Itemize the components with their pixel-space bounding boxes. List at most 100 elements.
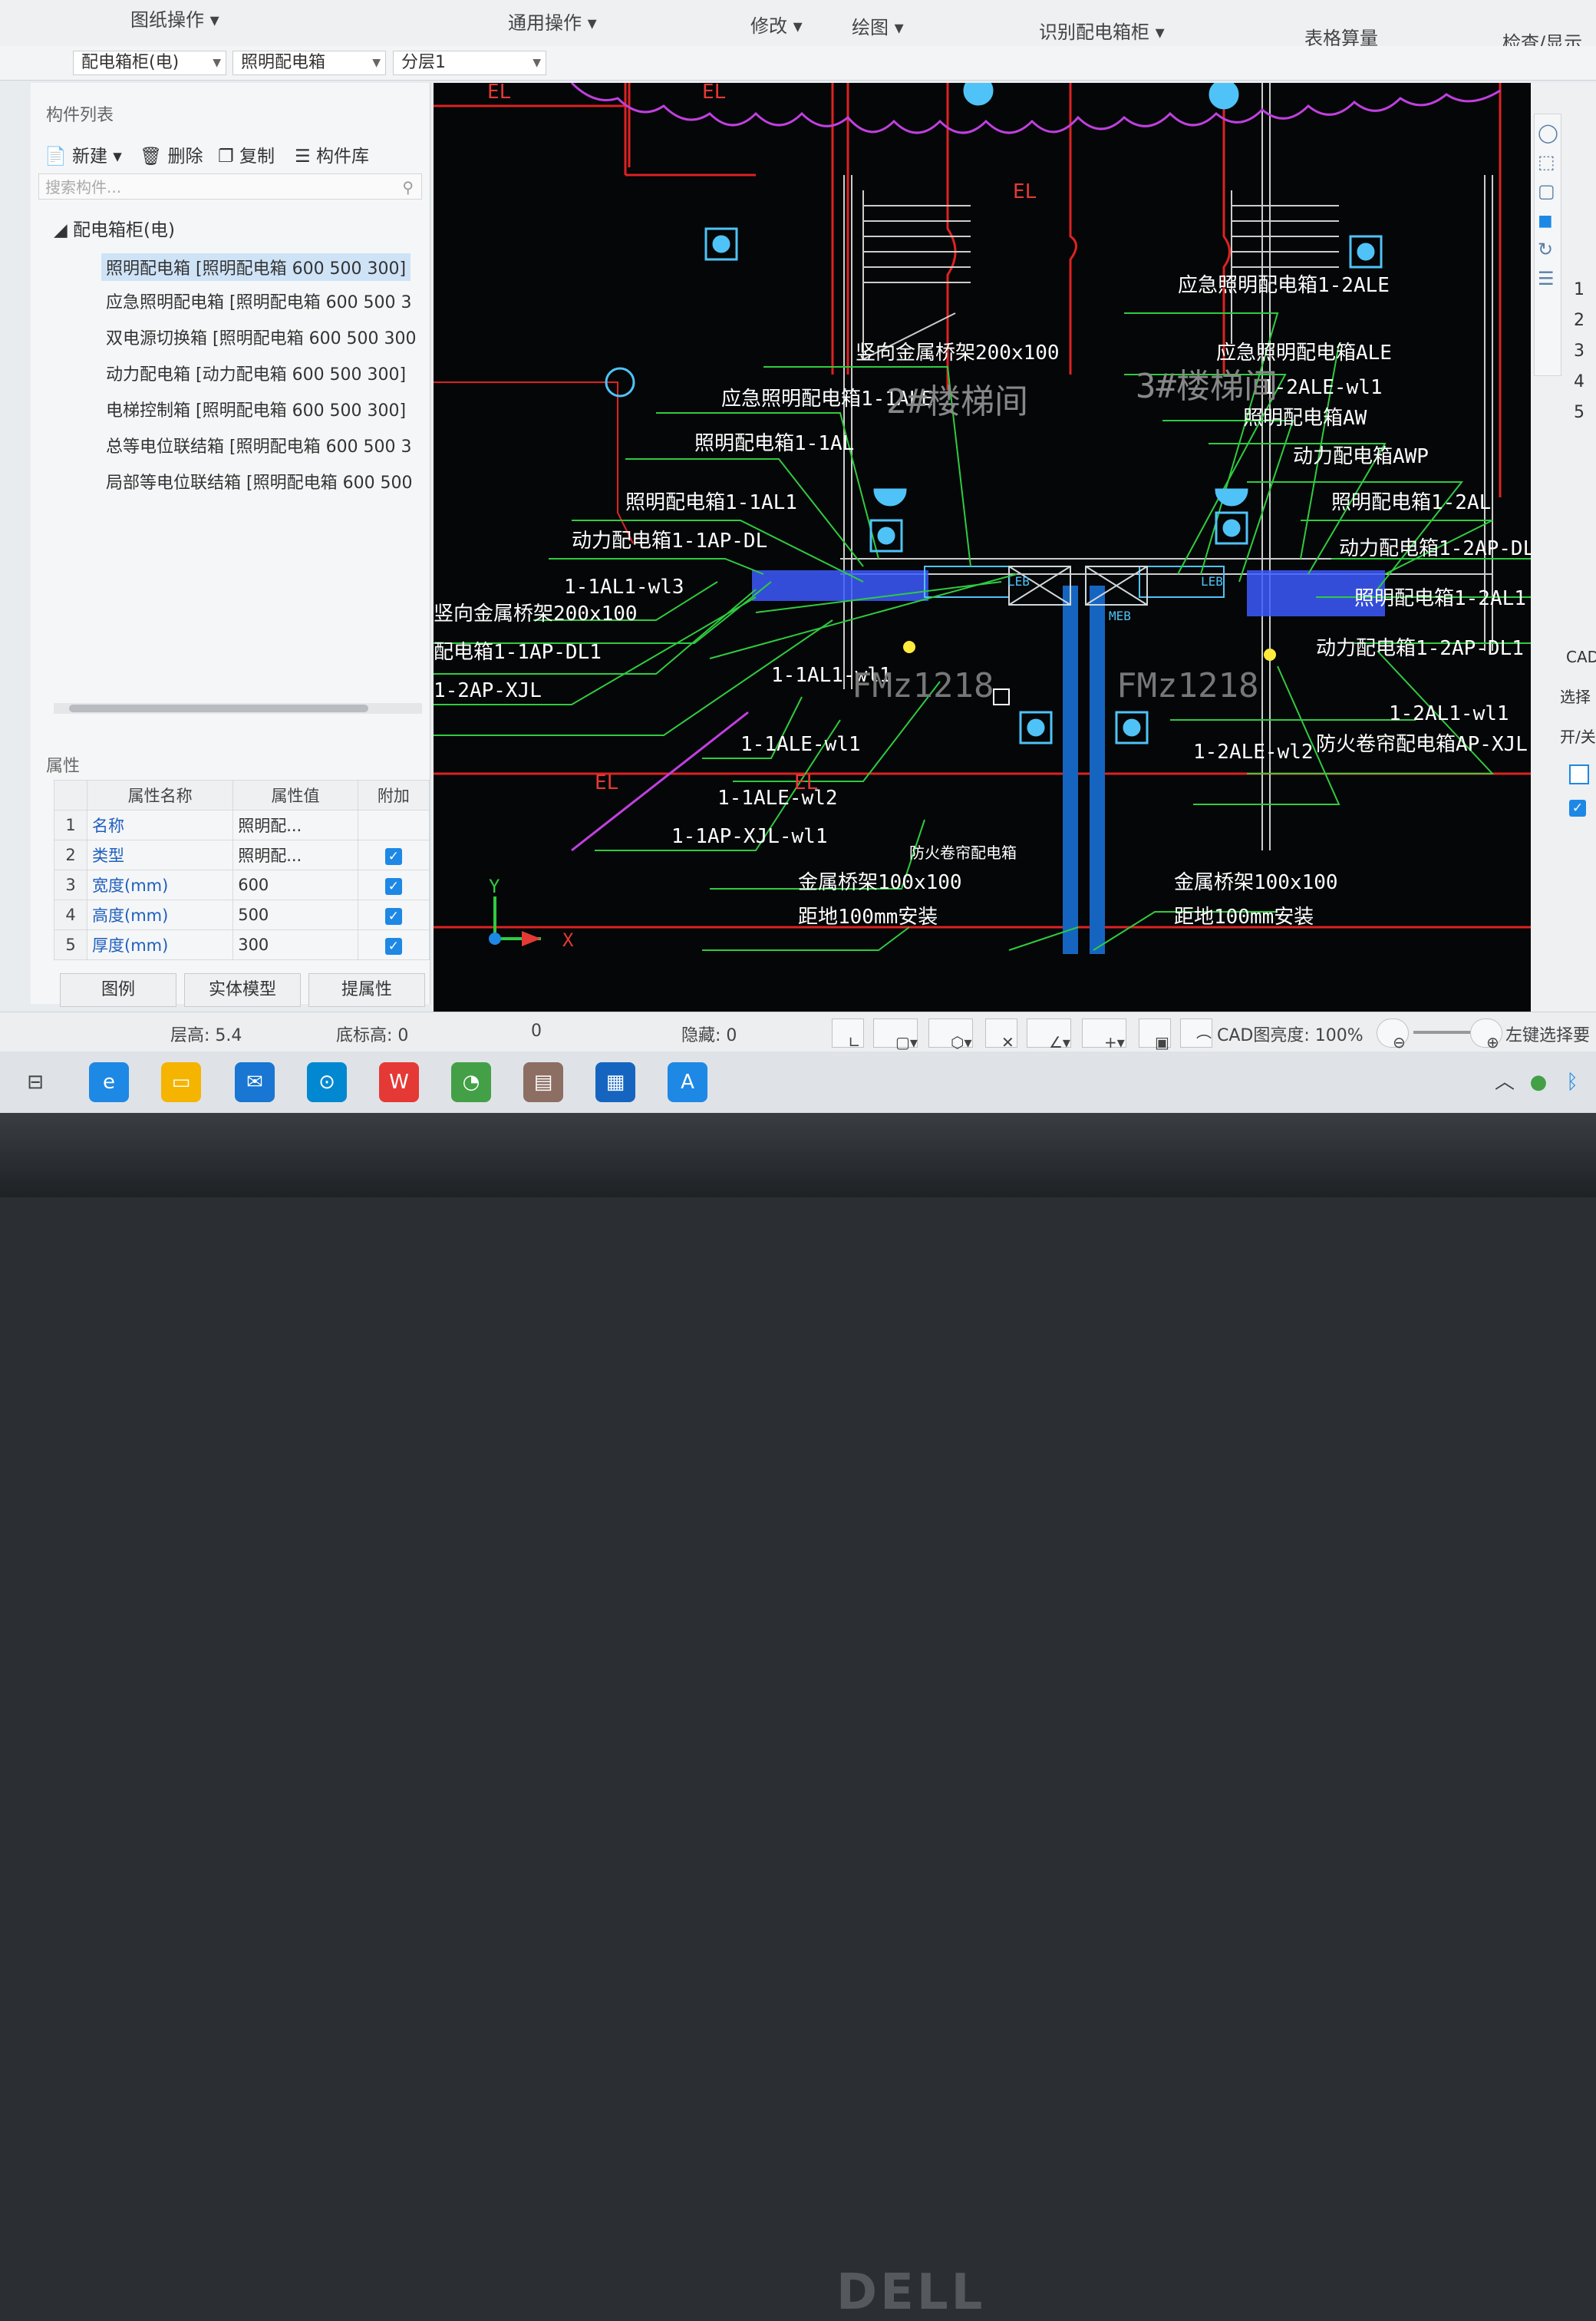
chevron-up-icon[interactable]: ︿ xyxy=(1493,1062,1516,1102)
chat-app-icon[interactable]: ⊙ xyxy=(307,1062,347,1102)
component-type-combo[interactable]: 配电箱柜(电) ▼ xyxy=(73,51,226,75)
tree-item[interactable]: 应急照明配电箱 [照明配电箱 600 500 3 xyxy=(106,289,412,313)
cad-label: MEB xyxy=(1109,609,1131,623)
cad-drawing[interactable]: EL EL EL EL EL 竖向金属桥架200x100 应急照明配电箱1-1A… xyxy=(434,83,1531,1012)
new-button[interactable]: 📄 新建 ▾ xyxy=(45,141,122,167)
cad-label: 照明配电箱1-1AL xyxy=(694,432,854,455)
tray-app-icon[interactable]: ● xyxy=(1527,1062,1550,1102)
task-view-icon[interactable]: ⊟ xyxy=(15,1062,55,1102)
display-button[interactable]: ▣ xyxy=(1139,1019,1171,1052)
select-box-button[interactable]: ▢▾ xyxy=(873,1019,918,1052)
panel-symbol-icon xyxy=(877,527,895,545)
ortho-button[interactable]: ∟ xyxy=(832,1019,864,1052)
cube-icon[interactable]: ▢ xyxy=(1538,180,1558,202)
scrollbar-thumb[interactable] xyxy=(69,705,368,712)
prop-extra: ✓ xyxy=(357,870,430,900)
table-row[interactable]: 1 名称 照明配... xyxy=(54,810,430,840)
checkbox[interactable]: ✓ xyxy=(384,937,402,955)
cad-label: LEB xyxy=(1201,574,1223,589)
prop-value[interactable]: 300 xyxy=(232,929,358,960)
checkbox[interactable]: ✓ xyxy=(384,907,402,925)
glodon-app-icon[interactable]: A xyxy=(668,1062,707,1102)
cad-canvas[interactable]: EL EL EL EL EL 竖向金属桥架200x100 应急照明配电箱1-1A… xyxy=(434,83,1531,1012)
tab-extract-properties[interactable]: 提属性 xyxy=(308,973,425,1007)
arc-button[interactable]: ⌒ xyxy=(1180,1019,1212,1052)
cad-label: 照明配电箱1-2AL xyxy=(1331,491,1491,514)
row-index: 4 xyxy=(54,900,87,930)
component-combo[interactable]: 照明配电箱 ▼ xyxy=(232,51,386,75)
cad-app-icon[interactable]: ▦ xyxy=(595,1062,635,1102)
ribbon-group-draw[interactable]: 绘图 ▾ xyxy=(852,12,904,39)
column-header: 属性值 xyxy=(232,780,358,811)
rotate-icon[interactable]: ↻ xyxy=(1538,239,1558,260)
properties-table: 属性名称 属性值 附加 1 名称 照明配... 2 类型 照明配... ✓ 3 … xyxy=(54,780,430,960)
copy-button[interactable]: ❐ 复制 xyxy=(218,141,275,167)
checkbox[interactable]: ✓ xyxy=(1569,800,1586,817)
tree-item[interactable]: 照明配电箱 [照明配电箱 600 500 300] xyxy=(101,253,411,281)
checkbox[interactable]: ✓ xyxy=(384,877,402,895)
ribbon-group-drawing-ops[interactable]: 图纸操作 ▾ xyxy=(130,5,219,31)
panel-symbol-icon xyxy=(1027,718,1045,737)
prop-extra: ✓ xyxy=(357,929,430,960)
prop-extra xyxy=(357,810,430,840)
row-index: 1 xyxy=(54,810,87,840)
checkbox[interactable]: ✓ xyxy=(384,847,402,865)
tree-item[interactable]: 双电源切换箱 [照明配电箱 600 500 300 xyxy=(106,325,417,349)
table-row[interactable]: 4 高度(mm) 500 ✓ xyxy=(54,900,430,930)
stair-steps xyxy=(862,190,971,361)
mail-icon[interactable]: ✉ xyxy=(235,1062,275,1102)
layer-combo[interactable]: 分层1 ▼ xyxy=(393,51,546,75)
coordinate-value: 0 xyxy=(531,1022,542,1041)
prop-value[interactable]: 照明配... xyxy=(232,840,358,870)
bluetooth-icon[interactable]: ᛒ xyxy=(1561,1062,1584,1102)
prop-name: 名称 xyxy=(86,810,234,840)
delete-button[interactable]: 🗑 删除 xyxy=(140,141,203,167)
brightness-minus-button[interactable]: ⊖ xyxy=(1377,1019,1409,1052)
bottom-elevation: 底标高: 0 xyxy=(336,1026,409,1045)
chevron-down-icon: ▼ xyxy=(372,57,381,69)
snap-button[interactable]: +▾ xyxy=(1082,1019,1126,1052)
category-label: 配电箱柜(电) xyxy=(73,220,175,240)
3d-button[interactable]: ⬡▾ xyxy=(928,1019,973,1052)
row-index: 2 xyxy=(54,840,87,870)
cad-label: 照明配电箱1-2AL1 xyxy=(1354,587,1526,610)
tree-item[interactable]: 局部等电位联结箱 [照明配电箱 600 500 xyxy=(106,469,413,494)
cross-button[interactable]: ✕ xyxy=(985,1019,1017,1052)
cube-solid-icon[interactable]: ◼ xyxy=(1538,210,1558,231)
wechat-icon[interactable]: ◔ xyxy=(451,1062,491,1102)
prop-value[interactable]: 500 xyxy=(232,900,358,930)
prop-value[interactable]: 600 xyxy=(232,870,358,900)
lamp-symbol-icon xyxy=(873,488,907,507)
ribbon-group-identify-boxes[interactable]: 识别配电箱柜 ▾ xyxy=(1039,17,1165,44)
brightness-plus-button[interactable]: ⊕ xyxy=(1470,1019,1502,1052)
edge-browser-icon[interactable]: e xyxy=(89,1062,129,1102)
search-input[interactable]: 搜索构件... ⚲ xyxy=(38,173,422,200)
tree-item[interactable]: 电梯控制箱 [照明配电箱 600 500 300] xyxy=(106,397,406,421)
library-button[interactable]: ☰ 构件库 xyxy=(295,141,369,167)
prop-extra: ✓ xyxy=(357,900,430,930)
prop-value[interactable]: 照明配... xyxy=(232,810,358,840)
list-view-icon[interactable]: ☰ xyxy=(1538,268,1558,289)
archive-app-icon[interactable]: ▤ xyxy=(523,1062,563,1102)
checkbox[interactable] xyxy=(1569,764,1589,784)
ribbon-group-common-ops[interactable]: 通用操作 ▾ xyxy=(508,8,597,35)
tab-legend[interactable]: 图例 xyxy=(60,973,176,1007)
tree-item[interactable]: 总等电位联结箱 [照明配电箱 600 500 3 xyxy=(106,433,412,457)
tree-category[interactable]: ◢ 配电箱柜(电) xyxy=(54,215,175,241)
table-row[interactable]: 5 厚度(mm) 300 ✓ xyxy=(54,929,430,960)
ribbon-group-modify[interactable]: 修改 ▾ xyxy=(750,11,803,38)
cad-label: 应急照明配电箱ALE xyxy=(1216,342,1392,365)
tree-item[interactable]: 动力配电箱 [动力配电箱 600 500 300] xyxy=(106,361,406,385)
orbit-icon[interactable]: ◯ xyxy=(1538,122,1558,144)
library-icon: ☰ xyxy=(295,147,311,167)
wps-office-icon[interactable]: W xyxy=(379,1062,419,1102)
combo-value: 配电箱柜(电) xyxy=(81,53,180,72)
floor-height: 层高: 5.4 xyxy=(170,1026,242,1045)
tab-solid-model[interactable]: 实体模型 xyxy=(184,973,301,1007)
table-row[interactable]: 2 类型 照明配... ✓ xyxy=(54,840,430,870)
file-explorer-icon[interactable]: ▭ xyxy=(161,1062,201,1102)
3d-view-icon[interactable]: ⬚ xyxy=(1538,151,1558,173)
angle-button[interactable]: ∠▾ xyxy=(1027,1019,1071,1052)
horizontal-scrollbar[interactable] xyxy=(54,703,422,714)
table-row[interactable]: 3 宽度(mm) 600 ✓ xyxy=(54,870,430,900)
